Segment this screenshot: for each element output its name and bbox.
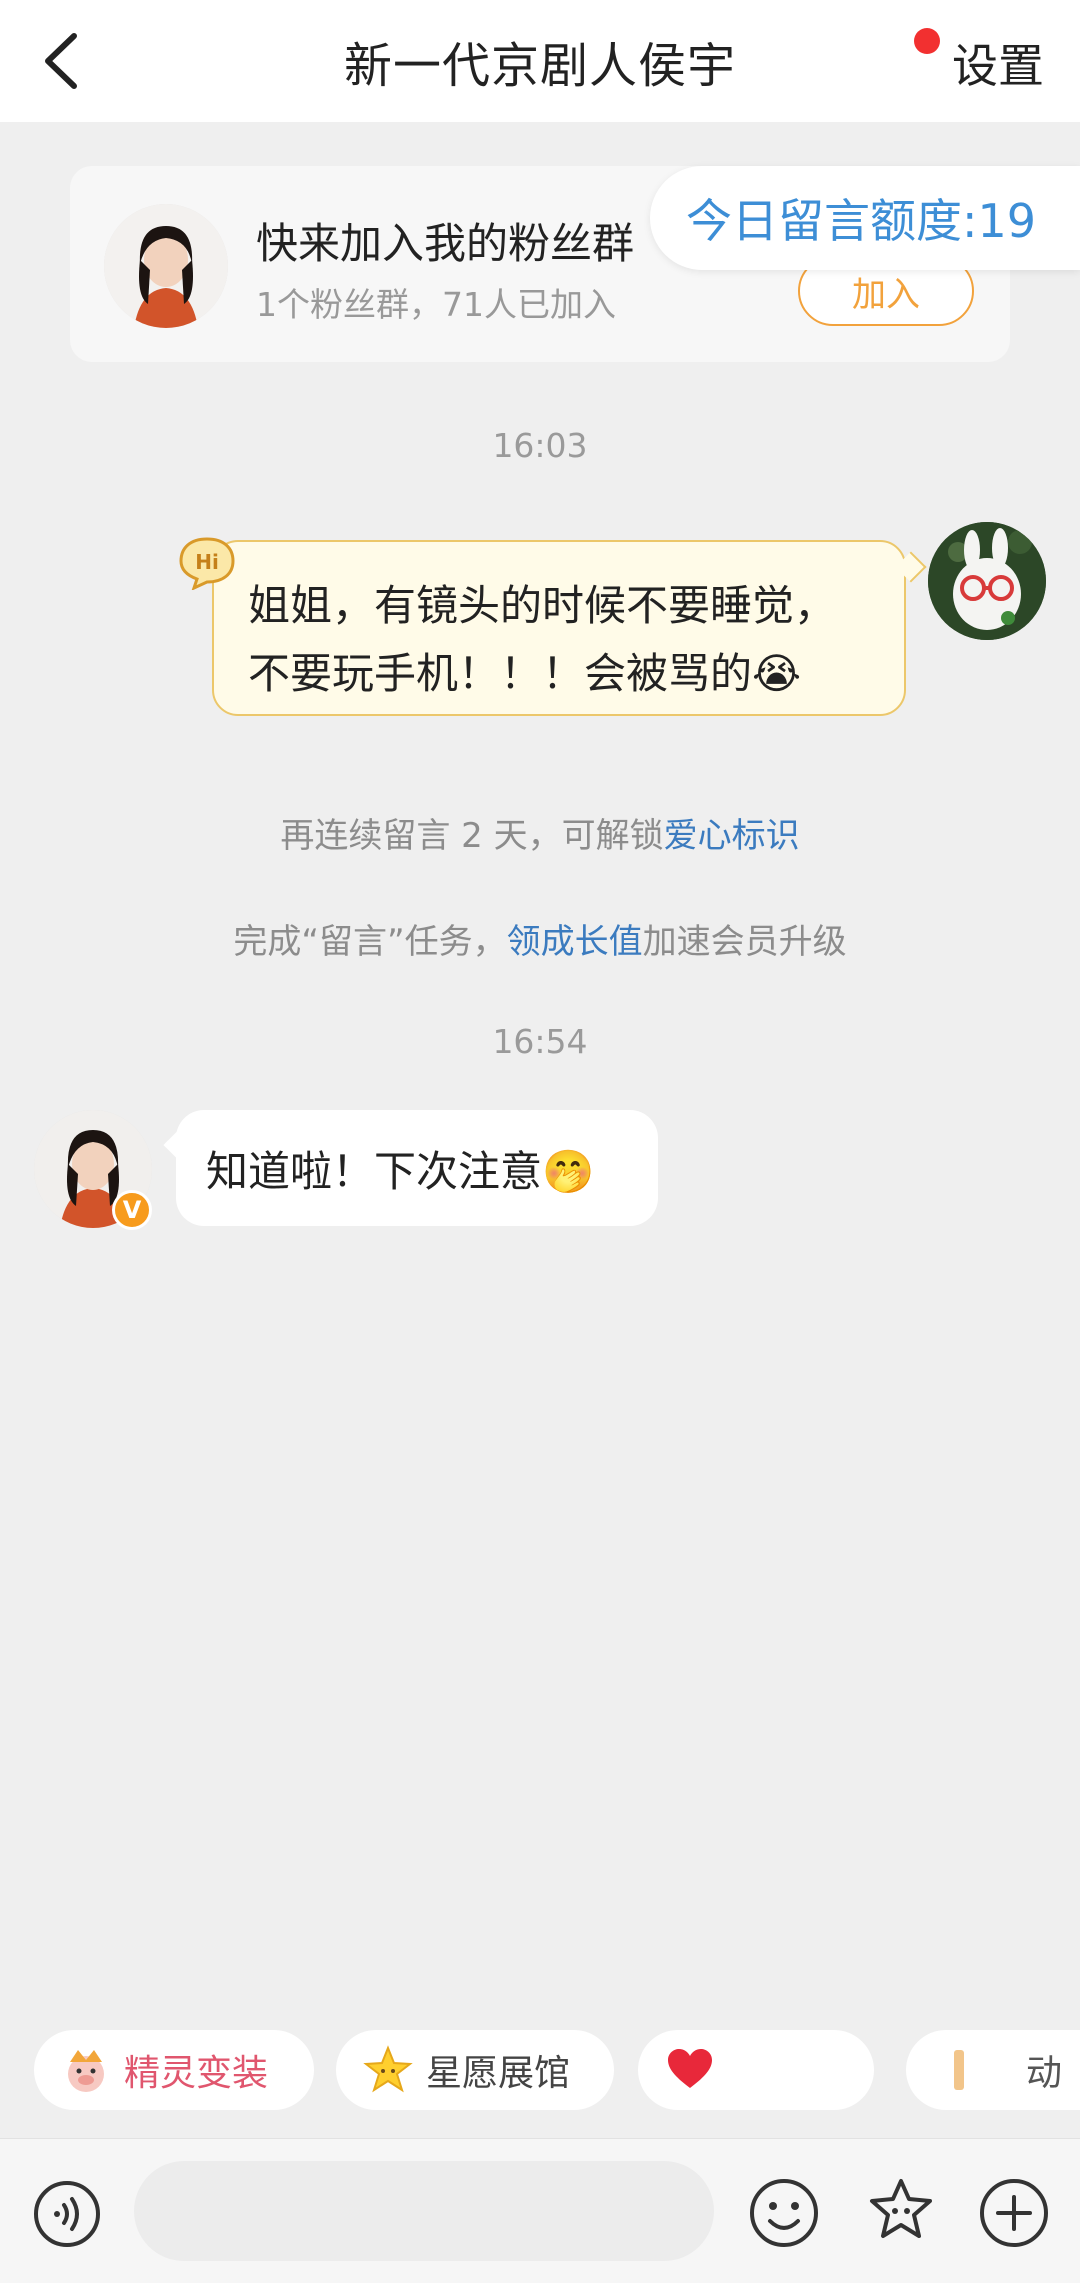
back-arrow-icon[interactable]	[34, 26, 94, 96]
chip-star-wish-hall[interactable]: 星愿展馆	[336, 2030, 614, 2110]
message-line: 姐姐，有镜头的时候不要睡觉，	[248, 581, 837, 630]
task-hint: 完成“留言”任务，领成长值加速会员升级	[0, 914, 1080, 963]
star-face-icon[interactable]	[862, 2173, 940, 2251]
streak-hint: 再连续留言 2 天，可解锁爱心标识	[0, 808, 1080, 857]
incoming-message-bubble[interactable]: 知道啦！下次注意🤭	[176, 1110, 658, 1226]
notification-dot	[914, 28, 940, 54]
message-timestamp: 16:03	[492, 426, 588, 465]
chip-heart[interactable]	[638, 2030, 874, 2110]
verified-badge-icon: V	[112, 1190, 152, 1230]
voice-icon[interactable]	[32, 2179, 102, 2249]
outgoing-message-bubble[interactable]: 姐姐，有镜头的时候不要睡觉， 不要玩手机！！！会被骂的😭	[212, 540, 906, 716]
chip-label: 动	[1026, 2053, 1063, 2094]
task-hint-text: 完成“留言”任务，	[233, 922, 507, 962]
fan-group-avatar	[104, 204, 228, 328]
streak-hint-text: 再连续留言 2 天，可解锁	[280, 816, 664, 856]
message-line: 不要玩手机！！！会被骂的😭	[248, 649, 802, 698]
task-hint-suffix: 加速会员升级	[642, 922, 847, 962]
emoji-icon[interactable]	[748, 2177, 820, 2249]
star-icon	[363, 2045, 413, 2093]
plus-icon[interactable]	[978, 2177, 1050, 2249]
chip-label: 精灵变装	[124, 2053, 269, 2094]
settings-button[interactable]: 设置	[952, 30, 1044, 96]
page-title: 新一代京剧人侯宇	[343, 38, 736, 94]
heart-icon	[668, 2049, 712, 2088]
hi-badge-icon: Hi	[179, 537, 235, 590]
message-input[interactable]	[134, 2161, 714, 2261]
nav-header: 新一代京剧人侯宇 设置	[0, 0, 1080, 122]
chip-sprite-dressup[interactable]: 精灵变装	[34, 2030, 314, 2110]
chip-partial[interactable]: 动	[906, 2030, 1080, 2110]
growth-value-link[interactable]: 领成长值	[507, 922, 643, 962]
pig-mascot-icon	[68, 2050, 104, 2092]
fan-group-title: 快来加入我的粉丝群	[256, 219, 635, 268]
input-bar	[0, 2138, 1080, 2283]
message-quota-badge: 今日留言额度:19	[650, 166, 1080, 270]
fan-group-subtitle: 1个粉丝群，71人已加入	[256, 285, 616, 324]
svg-text:Hi: Hi	[195, 550, 219, 574]
flag-icon	[954, 2050, 964, 2090]
my-avatar[interactable]	[928, 522, 1046, 640]
chip-label: 星愿展馆	[426, 2053, 571, 2094]
message-timestamp: 16:54	[492, 1022, 588, 1061]
heart-badge-link[interactable]: 爱心标识	[664, 816, 800, 856]
